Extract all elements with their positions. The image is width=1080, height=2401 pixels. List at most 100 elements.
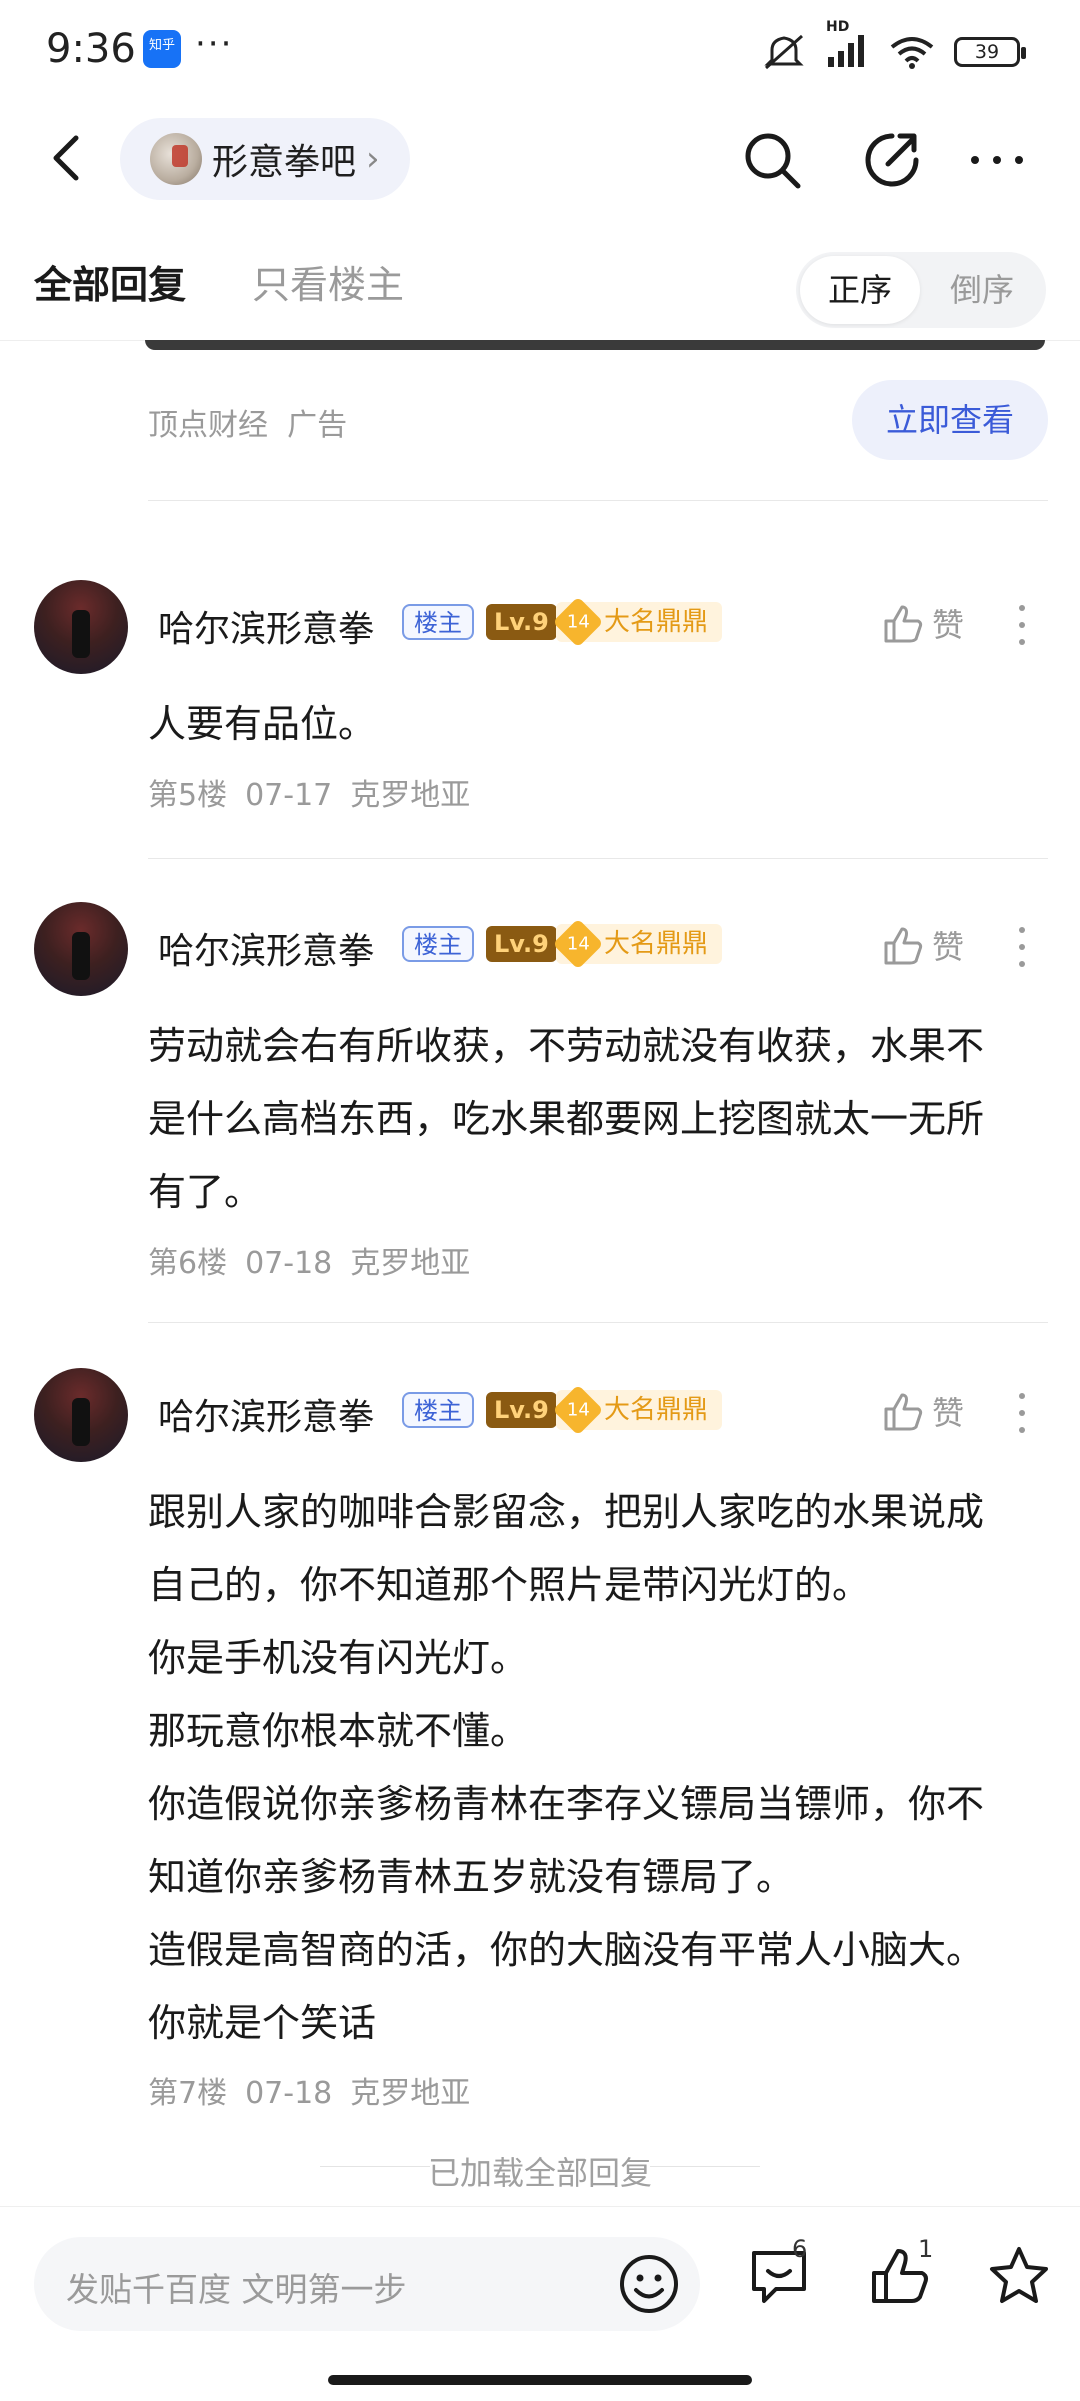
host-badge: 楼主 (402, 604, 474, 640)
post-date: 07-18 (245, 1246, 333, 1281)
post-content: 劳动就会右有所收获，不劳动就没有收获，水果不 是什么高档东西，吃水果都要网上挖图… (148, 1010, 1048, 1229)
bottom-action-bar: 发贴千百度 文明第一步 6 1 (0, 2206, 1080, 2401)
share-icon[interactable] (860, 128, 924, 192)
divider (650, 2166, 760, 2167)
divider (148, 858, 1048, 859)
tab-host-only[interactable]: 只看楼主 (252, 254, 404, 309)
user-avatar[interactable] (34, 580, 128, 674)
wifi-icon (890, 37, 934, 69)
ad-image[interactable] (145, 340, 1045, 350)
post-line: 自己的，你不知道那个照片是带闪光灯的。 (148, 1563, 871, 1607)
thumbs-up-icon (884, 927, 923, 965)
sort-toggle: 正序 倒序 (796, 252, 1046, 328)
battery-indicator: 39 (954, 37, 1026, 67)
post-line: 有了。 (148, 1170, 263, 1214)
title-level-icon: 14 (552, 918, 604, 970)
comment-count: 6 (792, 2235, 808, 2263)
ad-view-now-button[interactable]: 立即查看 (852, 380, 1048, 460)
search-icon[interactable] (740, 128, 804, 192)
like-label: 赞 (932, 928, 965, 966)
status-bar: 9:36 知乎 ··· HD 39 (0, 0, 1080, 100)
like-button[interactable]: 赞 (880, 1388, 964, 1434)
thumbs-up-icon (884, 1393, 923, 1431)
post-line: 你造假说你亲爹杨青林在李存义镖局当镖师，你不 (148, 1782, 985, 1826)
post-meta: 第7楼 07-18 克罗地亚 (148, 2068, 488, 2112)
username[interactable]: 哈尔滨形意拳 (158, 600, 374, 652)
post-line: 跟别人家的咖啡合影留念，把别人家吃的水果说成 (148, 1490, 985, 1534)
network-type: HD (826, 19, 850, 35)
user-avatar[interactable] (34, 902, 128, 996)
loaded-all-replies-label: 已加载全部回复 (427, 2154, 652, 2192)
more-vertical-icon[interactable] (1014, 1388, 1030, 1438)
title-text: 大名鼎鼎 (604, 607, 709, 637)
zhihu-app-icon: 知乎 (143, 30, 181, 68)
post-content: 跟别人家的咖啡合影留念，把别人家吃的水果说成 自己的，你不知道那个照片是带闪光灯… (148, 1476, 1048, 2060)
signal-group: HD (826, 19, 870, 71)
title-badge: 14 大名鼎鼎 (552, 1384, 723, 1436)
thumbs-up-icon (884, 605, 923, 643)
level-badge: Lv.9 (486, 926, 557, 962)
username[interactable]: 哈尔滨形意拳 (158, 922, 374, 974)
status-time: 9:36 (46, 26, 136, 72)
title-badge: 14 大名鼎鼎 (552, 918, 723, 970)
post-line: 你就是个笑话 (148, 2001, 377, 2045)
sort-ascending-button[interactable]: 正序 (800, 256, 920, 324)
nav-bar: 形意拳吧 › (0, 110, 1080, 210)
post-date: 07-17 (245, 778, 333, 813)
post-line: 是什么高档东西，吃水果都要网上挖图就太一无所 (148, 1097, 985, 1141)
floor-number: 第5楼 (148, 778, 228, 813)
emoji-icon[interactable] (618, 2253, 680, 2315)
chevron-right-icon: › (366, 139, 380, 179)
post-date: 07-18 (245, 2076, 333, 2111)
reply-tab-bar: 全部回复 只看楼主 正序 倒序 (0, 230, 1080, 341)
more-vertical-icon[interactable] (1014, 600, 1030, 650)
post-line: 劳动就会右有所收获，不劳动就没有收获，水果不 (148, 1024, 985, 1068)
post-line: 人要有品位。 (148, 702, 377, 746)
like-label: 赞 (932, 1394, 965, 1432)
like-button[interactable]: 赞 (880, 922, 964, 968)
post-location: 克罗地亚 (350, 1246, 471, 1281)
signal-icon (828, 35, 864, 67)
host-badge: 楼主 (402, 926, 474, 962)
tab-all-replies[interactable]: 全部回复 (34, 254, 186, 309)
post-location: 克罗地亚 (350, 778, 471, 813)
forum-chip[interactable]: 形意拳吧 › (120, 118, 410, 200)
back-arrow-icon[interactable] (40, 128, 100, 188)
title-level-icon: 14 (552, 1384, 604, 1436)
post-line: 那玩意你根本就不懂。 (148, 1709, 529, 1753)
ad-row: 顶点财经 广告 立即查看 (148, 380, 1048, 460)
post-line: 造假是高智商的活，你的大脑没有平常人小脑大。 (148, 1928, 985, 1972)
star-favorite-icon[interactable] (986, 2243, 1052, 2309)
forum-name: 形意拳吧 (212, 142, 357, 183)
more-horizontal-icon[interactable] (965, 128, 1029, 192)
floor-number: 第7楼 (148, 2076, 228, 2111)
sort-descending-button[interactable]: 倒序 (924, 256, 1040, 324)
status-more-notifications: ··· (195, 24, 234, 64)
host-badge: 楼主 (402, 1392, 474, 1428)
more-vertical-icon[interactable] (1014, 922, 1030, 972)
reply-input[interactable]: 发贴千百度 文明第一步 (34, 2237, 700, 2331)
floor-number: 第6楼 (148, 1246, 228, 1281)
forum-avatar (150, 133, 202, 185)
post-content: 人要有品位。 (148, 688, 1048, 761)
post-line: 你是手机没有闪光灯。 (148, 1636, 529, 1680)
level-badge: Lv.9 (486, 604, 557, 640)
like-label: 赞 (932, 606, 965, 644)
ad-source-label: 顶点财经 广告 (148, 408, 348, 443)
post-meta: 第5楼 07-17 克罗地亚 (148, 770, 488, 814)
post-line: 知道你亲爹杨青林五岁就没有镖局了。 (148, 1855, 795, 1899)
reply-input-placeholder: 发贴千百度 文明第一步 (66, 2270, 407, 2309)
title-level-icon: 14 (552, 596, 604, 648)
home-indicator[interactable] (328, 2375, 752, 2385)
like-button[interactable]: 赞 (880, 600, 964, 646)
title-badge: 14 大名鼎鼎 (552, 596, 723, 648)
user-avatar[interactable] (34, 1368, 128, 1462)
title-text: 大名鼎鼎 (604, 1395, 709, 1425)
username[interactable]: 哈尔滨形意拳 (158, 1388, 374, 1440)
divider (148, 500, 1048, 501)
post-location: 克罗地亚 (350, 2076, 471, 2111)
status-right-group: HD 39 (762, 19, 1026, 72)
level-badge: Lv.9 (486, 1392, 557, 1428)
mute-icon (764, 34, 804, 70)
post-meta: 第6楼 07-18 克罗地亚 (148, 1238, 488, 1282)
